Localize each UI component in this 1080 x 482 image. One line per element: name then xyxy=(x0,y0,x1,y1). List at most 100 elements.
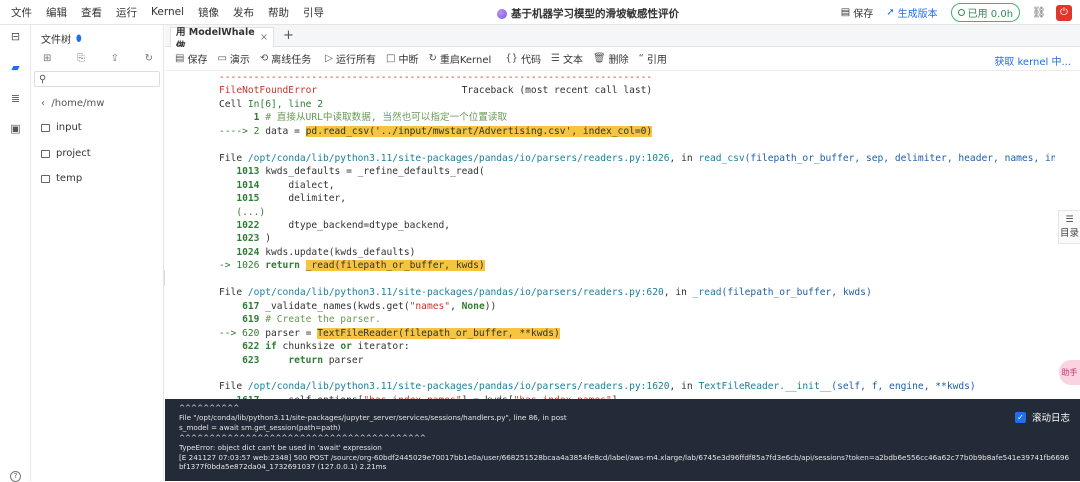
output-line: 619 # Create the parser. xyxy=(242,314,381,326)
code-icon: {} xyxy=(505,53,518,64)
quote-icon: “ xyxy=(638,53,644,64)
notebook-toolbar: ▤ 保存 ▭ 演示 ⟲ 离线任务 ▷ 运行所有 □ 中断 ↻ 重启Kernel {} 代码 ☰… xyxy=(165,47,1080,71)
cell-output: ----------------------------------------… xyxy=(165,71,1055,399)
scroll-log-label: 滚动日志 xyxy=(1032,413,1071,424)
menu-run[interactable]: 运行 xyxy=(116,5,137,20)
trash-icon: 🗑 xyxy=(592,53,606,64)
restart-kernel-button[interactable]: ↻ 重启Kernel xyxy=(428,51,491,66)
output-line: --> 620 parser = TextFileReader(filepath… xyxy=(219,327,560,339)
output-line: 623 return parser xyxy=(242,354,364,366)
power-icon[interactable]: ⏻ xyxy=(1056,4,1072,21)
log-line: TypeError: object dict can't be used in … xyxy=(179,442,382,452)
clock-icon xyxy=(957,9,965,16)
present-button[interactable]: ▭ 演示 xyxy=(217,51,249,66)
image-icon[interactable]: ▣ xyxy=(9,122,22,135)
file-tree-item-input[interactable]: input xyxy=(41,122,82,133)
header-save-button[interactable]: ▤ 保存 xyxy=(841,5,873,20)
sync-icon: ⟲ xyxy=(259,53,269,64)
menu-kernel[interactable]: Kernel xyxy=(151,6,184,18)
menu-image[interactable]: 镜像 xyxy=(198,5,219,20)
file-tree-header: 文件树 ⬮ xyxy=(41,31,82,47)
offline-task-button[interactable]: ⟲ 离线任务 xyxy=(260,51,311,66)
menu-publish[interactable]: 发布 xyxy=(233,5,254,20)
toc-toggle[interactable]: ☰ 目录 xyxy=(1058,210,1080,244)
menu-file[interactable]: 文件 xyxy=(11,5,32,20)
output-line: 1013 kwds_defaults = _refine_defaults_re… xyxy=(236,166,485,178)
rocket-icon: ➚ xyxy=(886,7,895,18)
file-tree-item-temp[interactable]: temp xyxy=(41,173,82,184)
current-path: /home/mw xyxy=(51,98,105,109)
output-line: FileNotFoundError Traceback (most recent… xyxy=(219,85,653,97)
file-tree-tools: ⊞ ⎘ ⇪ ↻ xyxy=(43,53,153,64)
scroll-log-toggle[interactable]: ✓ 滚动日志 xyxy=(1015,410,1070,424)
interrupt-button[interactable]: □ 中断 xyxy=(386,51,418,66)
menu-guide[interactable]: 引导 xyxy=(303,5,324,20)
output-line: Cell In[6], line 2 xyxy=(219,98,323,110)
output-line: 1 # 直接从URL中读取数据, 当然也可以指定一个位置读取 xyxy=(253,112,508,124)
restart-icon: ↻ xyxy=(428,53,437,64)
log-output: ^^^^^^^^^^ File "/opt/conda/lib/python3.… xyxy=(179,403,1069,472)
log-line: s_model = await sm.get_session(path=path… xyxy=(179,422,341,432)
left-rail: ⊟ ▰ ≣ ▣ xyxy=(0,25,31,481)
save-icon: ▤ xyxy=(840,7,851,18)
run-all-button[interactable]: ▷ 运行所有 xyxy=(325,51,376,66)
notebook-title: 基于机器学习模型的滑坡敏感性评价 xyxy=(497,6,679,21)
stop-icon: □ xyxy=(386,53,396,64)
kernel-status[interactable]: 获取 kernel 中... xyxy=(994,53,1071,68)
output-line: 1024 kwds.update(kwds_defaults) xyxy=(236,246,416,258)
log-line: ^^^^^^^^^^^^^^^^^^^^^^^^^^^^^^^^^^^^^^^^… xyxy=(179,432,426,442)
output-line: ----------------------------------------… xyxy=(219,72,653,83)
save-button[interactable]: ▤ 保存 xyxy=(175,51,207,66)
tab-notebook[interactable]: 用 ModelWhale 做... × xyxy=(170,27,274,52)
database-icon[interactable]: ≣ xyxy=(9,92,22,105)
output-line: 622 if chunksize or iterator: xyxy=(242,341,410,353)
insert-text-button[interactable]: ☰ 文本 xyxy=(551,51,583,66)
output-line: -> 1026 return _read(filepath_or_buffer,… xyxy=(219,260,485,272)
folder-icon xyxy=(41,149,50,158)
folder-icon xyxy=(41,123,50,132)
output-line: File /opt/conda/lib/python3.11/site-pack… xyxy=(219,287,872,299)
link-icon[interactable]: ⛓ xyxy=(1032,6,1046,19)
output-line: ----> 2 data = pd.read_csv('../input/mws… xyxy=(219,125,653,137)
close-icon[interactable]: × xyxy=(260,32,268,43)
quote-button[interactable]: “引用 xyxy=(639,51,667,66)
insert-code-button[interactable]: {} 代码 xyxy=(505,51,541,66)
file-search-input[interactable] xyxy=(49,73,150,85)
notebook-title-text: 基于机器学习模型的滑坡敏感性评价 xyxy=(511,8,679,20)
output-line: (...) xyxy=(236,206,266,218)
search-icon: ⚲ xyxy=(39,73,47,85)
new-file-icon[interactable]: ⎘ xyxy=(77,53,85,64)
folder-icon[interactable]: ▰ xyxy=(9,61,22,74)
new-folder-icon[interactable]: ⊞ xyxy=(43,53,51,64)
assistant-button[interactable]: 助手 xyxy=(1059,360,1080,385)
tab-bar: 用 ModelWhale 做... × + xyxy=(165,25,1080,52)
file-search[interactable]: ⚲ xyxy=(34,71,160,87)
menu-help[interactable]: 帮助 xyxy=(268,5,289,20)
file-tree-item-project[interactable]: project xyxy=(41,148,91,159)
refresh-icon[interactable]: ↻ xyxy=(145,53,153,64)
output-line: File /opt/conda/lib/python3.11/site-pack… xyxy=(219,152,1055,164)
log-line: bf1377f0bda5e872da04_1732691037 (127.0.0… xyxy=(179,462,387,472)
add-tab-button[interactable]: + xyxy=(283,28,294,43)
notebook-logo-icon xyxy=(497,8,507,19)
pin-icon[interactable]: ⬮ xyxy=(76,34,82,44)
menu-view[interactable]: 查看 xyxy=(81,5,102,20)
breadcrumb[interactable]: ‹ /home/mw xyxy=(41,98,104,109)
text-icon: ☰ xyxy=(551,53,560,64)
menu-edit[interactable]: 编辑 xyxy=(46,5,67,20)
help-icon[interactable]: ? xyxy=(10,471,21,482)
upload-icon[interactable]: ⇪ xyxy=(111,53,119,64)
delete-button[interactable]: 🗑 删除 xyxy=(593,51,629,66)
output-line: 617 _validate_names(kwds.get("names", No… xyxy=(242,300,497,312)
output-line: 1023 ) xyxy=(236,233,271,245)
file-tree-panel: 文件树 ⬮ ⊞ ⎘ ⇪ ↻ ⚲ ‹ /home/mw input project… xyxy=(31,25,164,481)
log-line: [E 241127 07:03:57 web:2348] 500 POST /s… xyxy=(179,452,1070,462)
toc-label: 目录 xyxy=(1059,228,1079,239)
log-line: File "/opt/conda/lib/python3.11/site-pac… xyxy=(179,412,567,422)
file-tree-title: 文件树 xyxy=(41,35,71,46)
generate-version-button[interactable]: ➚ 生成版本 xyxy=(886,5,937,20)
dataset-icon[interactable]: ⊟ xyxy=(9,30,22,43)
save-icon: ▤ xyxy=(175,53,185,64)
checkbox-checked-icon[interactable]: ✓ xyxy=(1015,411,1026,423)
folder-icon xyxy=(41,174,50,183)
